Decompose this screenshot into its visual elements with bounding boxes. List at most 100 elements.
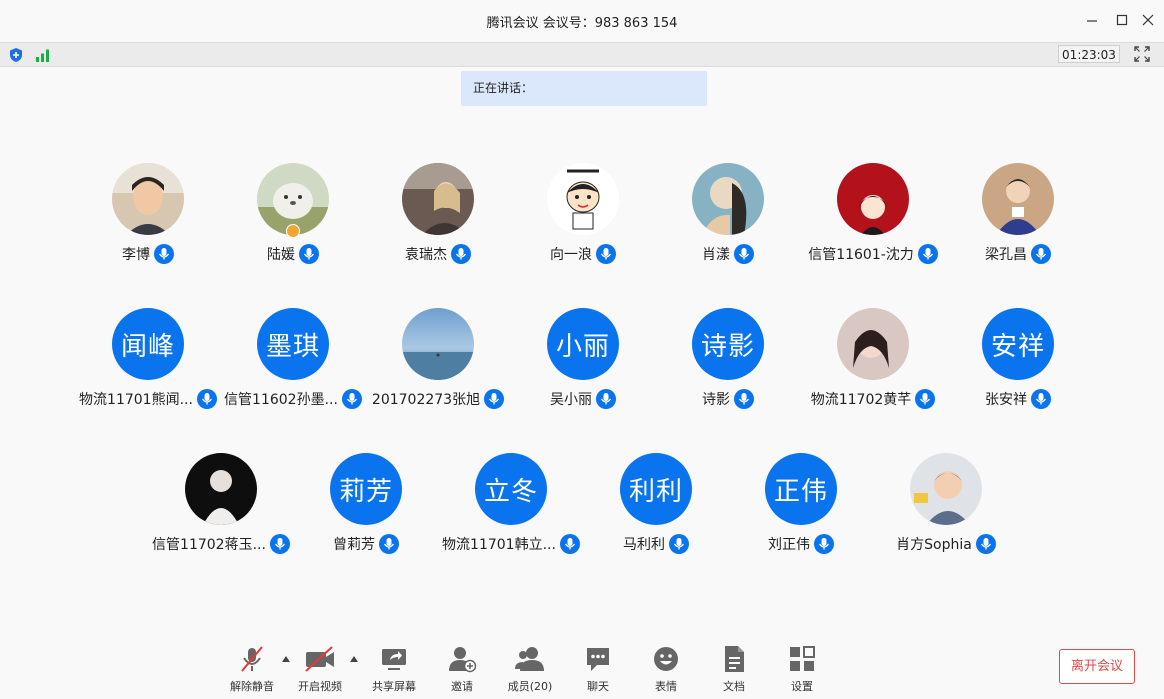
chat-button[interactable]: 聊天 xyxy=(568,644,628,694)
mic-icon xyxy=(196,389,217,409)
participant-tile[interactable]: 诗影 诗影 xyxy=(653,308,803,426)
avatar: 莉芳 xyxy=(330,453,402,525)
participant-tile[interactable]: 李博 xyxy=(73,163,223,281)
participant-name: 肖漾 xyxy=(702,247,730,263)
participant-name: 李博 xyxy=(122,247,150,263)
participant-name: 马利利 xyxy=(623,537,665,553)
mic-icon xyxy=(814,534,834,554)
invite-button[interactable]: 邀请 xyxy=(432,644,492,694)
share-screen-icon xyxy=(382,649,406,670)
avatar: 小丽 xyxy=(547,308,619,380)
title-bar: 腾讯会议 会议号：983 863 154 xyxy=(0,0,1164,42)
participant-name: 物流11702黄芊 xyxy=(810,392,912,408)
share-screen-button[interactable]: 共享屏幕 xyxy=(364,644,424,694)
members-button[interactable]: 成员(20) xyxy=(500,644,560,694)
avatar xyxy=(547,163,619,235)
mic-icon xyxy=(734,389,754,409)
participant-name: 梁孔昌 xyxy=(985,247,1027,263)
mic-icon xyxy=(734,244,754,264)
emoji-button[interactable]: 表情 xyxy=(636,644,696,694)
window-title: 腾讯会议 会议号：983 863 154 xyxy=(486,16,678,31)
invite-label: 邀请 xyxy=(451,680,473,693)
participant-name: 陆媛 xyxy=(267,247,295,263)
document-icon xyxy=(725,646,744,672)
avatar: 利利 xyxy=(620,453,692,525)
mic-icon xyxy=(451,244,471,264)
meeting-timer: 01:23:03 xyxy=(1058,45,1120,63)
participant-tile[interactable]: 墨琪 信管11602孙墨... xyxy=(218,308,368,426)
participant-tile[interactable]: 物流11702黄芊 xyxy=(798,308,948,426)
participant-tile[interactable]: 莉芳 曾莉芳 xyxy=(291,453,441,571)
signal-icon[interactable] xyxy=(35,47,51,63)
mic-icon xyxy=(154,244,174,264)
avatar: 闻峰 xyxy=(112,308,184,380)
maximize-button[interactable] xyxy=(1114,12,1130,28)
participant-name: 信管11702蒋玉... xyxy=(152,537,266,553)
avatar: 立冬 xyxy=(475,453,547,525)
mic-icon xyxy=(484,389,505,409)
avatar: 墨琪 xyxy=(257,308,329,380)
participant-tile[interactable]: 向一浪 xyxy=(508,163,658,281)
speaking-banner: 正在讲话： xyxy=(461,71,707,106)
participant-tile[interactable]: 闻峰 物流11701熊闻... xyxy=(73,308,223,426)
participant-tile[interactable]: 袁瑞杰 xyxy=(363,163,513,281)
mic-icon xyxy=(669,534,689,554)
participant-tile[interactable]: 信管11702蒋玉... xyxy=(146,453,296,571)
participant-name: 袁瑞杰 xyxy=(405,247,447,263)
close-button[interactable] xyxy=(1140,12,1156,28)
mic-icon xyxy=(559,534,580,554)
fullscreen-icon[interactable] xyxy=(1134,46,1150,62)
leave-meeting-button[interactable]: 离开会议 xyxy=(1059,649,1135,684)
settings-grid-icon xyxy=(790,646,815,671)
docs-label: 文档 xyxy=(723,680,745,693)
participant-tile[interactable]: 正伟 刘正伟 xyxy=(726,453,876,571)
participant-tile[interactable]: 安祥 张安祥 xyxy=(943,308,1093,426)
participant-tile[interactable]: 肖漾 xyxy=(653,163,803,281)
avatar xyxy=(185,453,257,525)
mic-icon xyxy=(975,534,996,554)
docs-button[interactable]: 文档 xyxy=(704,644,764,694)
unmute-label: 解除静音 xyxy=(230,680,274,693)
participant-name: 向一浪 xyxy=(550,247,592,263)
participant-tile[interactable]: 201702273张旭 xyxy=(363,308,513,426)
participant-name: 吴小丽 xyxy=(550,392,592,408)
invite-icon xyxy=(449,647,477,673)
mic-icon xyxy=(299,244,319,264)
participant-tile[interactable]: 立冬 物流11701韩立... xyxy=(436,453,586,571)
settings-button[interactable]: 设置 xyxy=(772,644,832,694)
mic-icon xyxy=(269,534,290,554)
avatar xyxy=(692,163,764,235)
participant-tile[interactable]: 梁孔昌 xyxy=(943,163,1093,281)
participant-tile[interactable]: 肖方Sophia xyxy=(871,453,1021,571)
participant-tile[interactable]: 陆媛 xyxy=(218,163,368,281)
chat-label: 聊天 xyxy=(587,680,609,693)
participant-name: 信管11601-沈力 xyxy=(808,247,914,263)
info-bar: 01:23:03 xyxy=(0,42,1164,67)
mic-icon xyxy=(596,389,616,409)
avatar xyxy=(910,453,982,525)
participant-tile[interactable]: 利利 马利利 xyxy=(581,453,731,571)
participant-name: 刘正伟 xyxy=(768,537,810,553)
settings-label: 设置 xyxy=(791,680,813,693)
avatar xyxy=(982,163,1054,235)
avatar xyxy=(837,308,909,380)
avatar xyxy=(402,308,474,380)
participant-name: 201702273张旭 xyxy=(371,392,481,408)
minimize-button[interactable] xyxy=(1084,12,1100,28)
participant-tile[interactable]: 信管11601-沈力 xyxy=(798,163,948,281)
avatar: 诗影 xyxy=(692,308,764,380)
start-video-button[interactable]: 开启视频 xyxy=(290,644,350,694)
participant-name: 信管11602孙墨... xyxy=(224,392,338,408)
participant-tile[interactable]: 小丽 吴小丽 xyxy=(508,308,658,426)
mic-icon xyxy=(1031,244,1051,264)
close-icon xyxy=(1142,14,1154,26)
mic-icon xyxy=(341,389,362,409)
chat-icon xyxy=(587,648,609,671)
emoji-icon xyxy=(654,647,678,671)
video-options-arrow-icon[interactable] xyxy=(349,655,359,663)
shield-icon[interactable] xyxy=(8,47,24,63)
participant-name: 诗影 xyxy=(702,392,730,408)
mic-icon xyxy=(915,389,936,409)
mic-muted-icon xyxy=(241,646,263,672)
unmute-button[interactable]: 解除静音 xyxy=(222,644,282,694)
